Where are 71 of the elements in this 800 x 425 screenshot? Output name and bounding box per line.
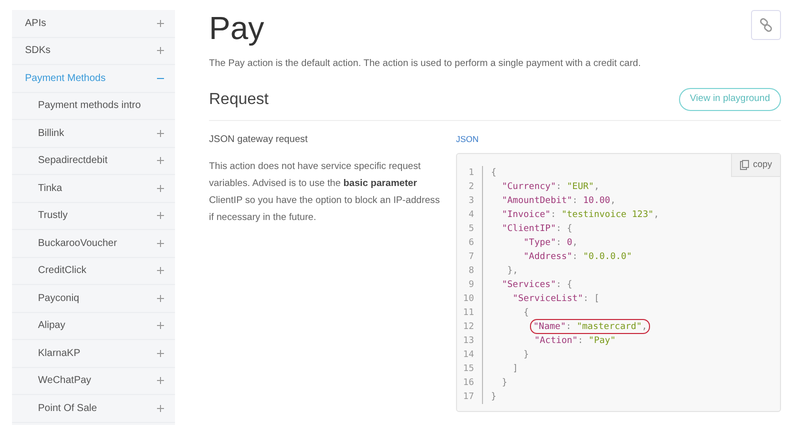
plus-icon[interactable] <box>157 130 164 137</box>
line-number: 7 <box>457 250 483 264</box>
page-title: Pay <box>209 9 264 48</box>
line-number: 14 <box>457 348 483 362</box>
plus-icon[interactable] <box>157 294 164 302</box>
link-button[interactable] <box>751 10 781 40</box>
line-number: 8 <box>457 264 483 278</box>
code-line: ] <box>512 363 518 376</box>
copy-button[interactable]: copy <box>730 154 780 177</box>
plus-icon[interactable] <box>157 404 164 412</box>
line-number: 15 <box>457 362 483 376</box>
plus-icon[interactable] <box>157 322 164 330</box>
plus-icon[interactable] <box>157 267 164 274</box>
code-line: "ServiceList": [ <box>512 293 600 306</box>
code-line: { <box>522 307 529 320</box>
highlighted-code-line: "Name": "mastercard", <box>530 319 650 334</box>
plus-icon[interactable] <box>157 20 164 27</box>
sidebar-item[interactable]: WeChatPay <box>12 368 175 395</box>
line-number: 11 <box>457 306 483 320</box>
code-line: "Action": "Pay" <box>533 335 616 348</box>
line-number: 12 <box>457 320 483 334</box>
sidebar-item[interactable]: KlarnaKP <box>12 340 175 368</box>
sidebar-item[interactable]: Alipay <box>12 312 175 340</box>
code-line: "Services": { <box>500 279 572 292</box>
plus-icon[interactable] <box>157 184 164 192</box>
line-number: 1 <box>457 166 483 180</box>
line-number: 17 <box>457 390 483 404</box>
sidebar-item[interactable]: Tinka <box>12 175 175 202</box>
line-number: 3 <box>457 194 483 208</box>
code-line: { <box>491 167 496 180</box>
code-line: "Type": 0, <box>522 237 578 250</box>
plus-icon[interactable] <box>157 350 164 357</box>
line-number: 5 <box>457 222 483 236</box>
code-tab[interactable]: JSON <box>456 132 781 146</box>
line-number: 4 <box>457 208 483 222</box>
sidebar-item[interactable]: Trustly <box>12 202 175 230</box>
code-line: "ClientIP": { <box>500 223 572 236</box>
code-line: "Address": "0.0.0.0" <box>522 251 632 264</box>
plus-icon[interactable] <box>157 47 164 54</box>
link-icon <box>759 18 773 32</box>
sidebar-item[interactable]: Point Of Sale <box>12 395 175 422</box>
sidebar-item[interactable]: BuckarooVoucher <box>12 230 175 258</box>
section-heading: Request <box>209 90 269 110</box>
plus-icon[interactable] <box>157 157 164 164</box>
plus-icon[interactable] <box>157 377 164 384</box>
sidebar-item[interactable]: APIs <box>12 10 175 38</box>
plus-icon[interactable] <box>157 212 164 220</box>
line-number: 13 <box>457 334 483 348</box>
sidebar-item[interactable]: Payment methods intro <box>12 92 175 120</box>
line-number: 6 <box>457 236 483 250</box>
sidebar-item[interactable]: CreditClick <box>12 258 175 285</box>
code-line: }, <box>506 265 518 278</box>
page-description: The Pay action is the default action. The action is used to perform a single payment with a credit card. <box>209 57 642 71</box>
code-line: "AmountDebit": 10.00, <box>500 195 616 208</box>
plus-icon[interactable] <box>157 240 164 247</box>
line-number: 16 <box>457 376 483 390</box>
sidebar-item[interactable]: Payconiq <box>12 285 175 312</box>
code-line: "Currency": "EUR", <box>500 181 600 194</box>
request-description: This action does not have service specific request variables. Advised is to use the basic parameter ClientIP so you have the option to block an IP-address if necessary in the future. <box>209 160 441 226</box>
sidebar-item[interactable]: Sepadirectdebit <box>12 148 175 175</box>
code-line: } <box>500 377 508 390</box>
code-line: } <box>491 391 496 404</box>
code-line: "Invoice": "testinvoice 123", <box>500 209 659 222</box>
clipboard-icon <box>740 160 749 170</box>
request-subtitle: JSON gateway request <box>209 132 309 147</box>
line-number: 10 <box>457 292 483 306</box>
line-number: 9 <box>457 278 483 292</box>
sidebar-item[interactable]: SDKs <box>12 38 175 65</box>
sidebar-item[interactable]: Billink <box>12 120 175 148</box>
line-number: 2 <box>457 180 483 194</box>
code-line: } <box>522 349 529 362</box>
